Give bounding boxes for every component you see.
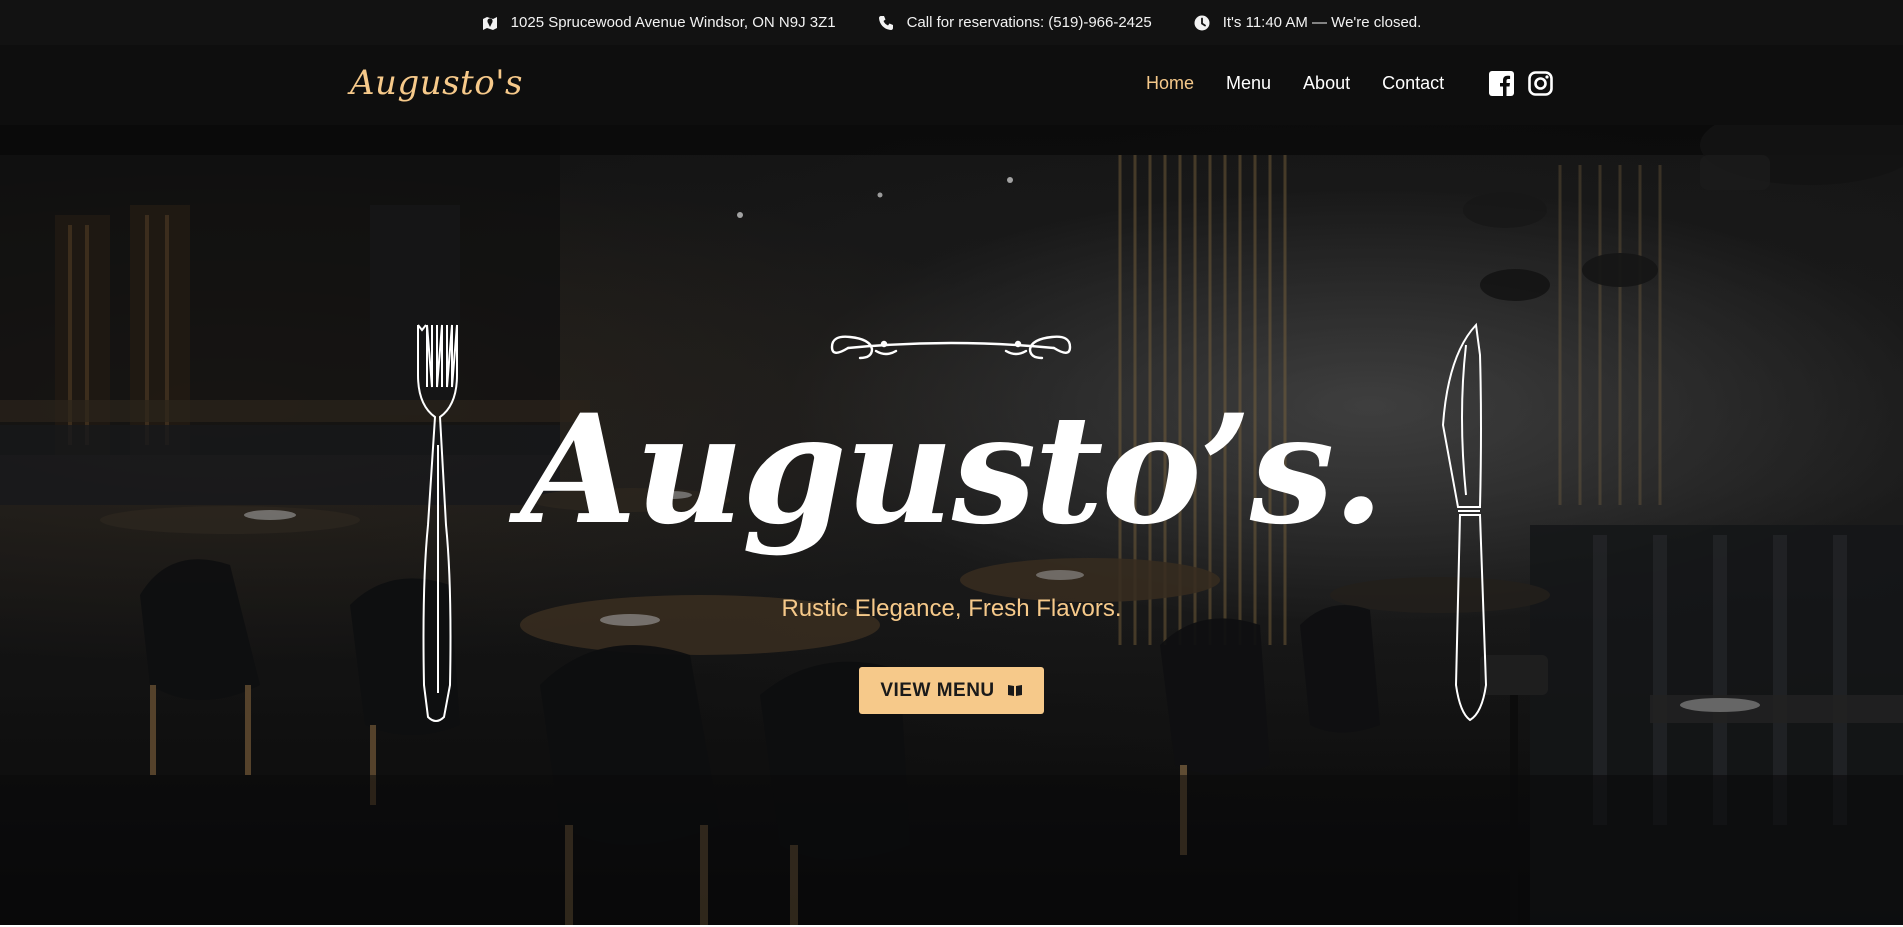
facebook-icon (1489, 71, 1514, 96)
book-icon (1007, 685, 1022, 696)
nav-link-about[interactable]: About (1303, 73, 1350, 94)
top-info-bar: 1025 Sprucewood Avenue Windsor, ON N9J 3… (0, 0, 1903, 45)
nav-link-menu[interactable]: Menu (1226, 73, 1271, 94)
address-text: 1025 Sprucewood Avenue Windsor, ON N9J 3… (510, 14, 836, 31)
nav-links: Home Menu About Contact (1146, 73, 1444, 94)
facebook-link[interactable] (1489, 71, 1514, 101)
clock-icon (1194, 15, 1210, 30)
hero-title: Augusto’s. (520, 382, 1384, 558)
instagram-icon (1528, 71, 1553, 96)
nav-link-contact[interactable]: Contact (1382, 73, 1444, 94)
map-marker-icon (482, 17, 497, 30)
nav-link-home[interactable]: Home (1146, 73, 1194, 94)
phone-icon (878, 15, 893, 30)
phone-info[interactable]: Call for reservations: (519)-966-2425 (878, 14, 1152, 31)
main-navbar: Augusto's Home Menu About Contact (0, 45, 1903, 125)
hours-info: It's 11:40 AM — We're closed. (1194, 14, 1422, 31)
hero-tagline: Rustic Elegance, Fresh Flavors. (781, 595, 1122, 622)
address-info: 1025 Sprucewood Avenue Windsor, ON N9J 3… (482, 14, 836, 31)
phone-text: Call for reservations: (519)-966-2425 (906, 14, 1152, 31)
instagram-link[interactable] (1528, 71, 1553, 101)
site-logo[interactable]: Augusto's (350, 63, 523, 103)
hero-section: Augusto’s. Rustic Elegance, Fresh Flavor… (0, 125, 1903, 927)
view-menu-label: VIEW MENU (880, 679, 995, 701)
social-links (1489, 71, 1553, 101)
view-menu-button[interactable]: VIEW MENU (859, 667, 1044, 714)
hours-text: It's 11:40 AM — We're closed. (1222, 14, 1422, 31)
